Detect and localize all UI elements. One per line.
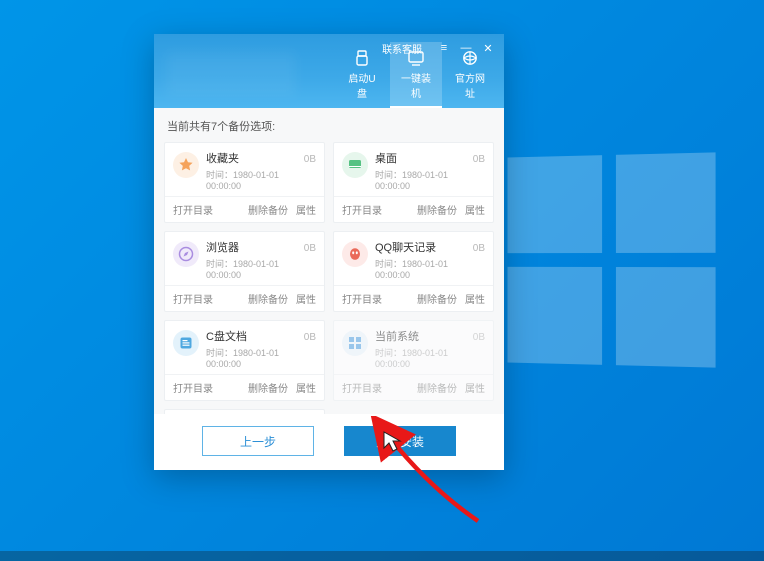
- tabs: 启动U盘 一键装机 官方网址: [336, 42, 496, 108]
- open-dir-link[interactable]: 打开目录: [173, 380, 213, 395]
- backup-card-fav: 收藏夹 0B 时间：1980-01-01 00:00:00 打开目录 删除备份 …: [164, 142, 325, 223]
- attributes-link[interactable]: 属性: [465, 202, 485, 217]
- card-title: 桌面: [375, 150, 397, 166]
- card-time: 时间：1980-01-01 00:00:00: [206, 257, 316, 280]
- windows-logo-bg: [507, 152, 715, 367]
- subtitle: 当前共有7个备份选项:: [164, 118, 494, 134]
- card-title: QQ聊天记录: [375, 239, 436, 255]
- sys-icon: [342, 330, 368, 356]
- app-window: 联系客服 ≡ — ✕ 启动U盘 一键装机: [154, 34, 504, 470]
- tab-usb[interactable]: 启动U盘: [336, 42, 388, 108]
- card-size: 0B: [473, 332, 485, 343]
- open-dir-link[interactable]: 打开目录: [342, 291, 382, 306]
- open-dir-link[interactable]: 打开目录: [342, 202, 382, 217]
- tab-site-label: 官方网址: [455, 74, 485, 100]
- tab-site[interactable]: 官方网址: [444, 42, 496, 108]
- backup-card-disk: C盘文档 0B 时间：1980-01-01 00:00:00 打开目录 删除备份…: [164, 320, 325, 401]
- card-title: 浏览器: [206, 239, 239, 255]
- tab-install-label: 一键装机: [401, 74, 431, 100]
- attributes-link[interactable]: 属性: [296, 291, 316, 306]
- card-size: 0B: [304, 154, 316, 165]
- usb-icon: [353, 50, 371, 66]
- browser-icon: [173, 241, 199, 267]
- backup-card-browser: 浏览器 0B 时间：1980-01-01 00:00:00 打开目录 删除备份 …: [164, 231, 325, 312]
- card-time: 时间：1980-01-01 00:00:00: [206, 168, 316, 191]
- backup-grid: 收藏夹 0B 时间：1980-01-01 00:00:00 打开目录 删除备份 …: [164, 142, 494, 414]
- start-button[interactable]: 开始安装: [344, 426, 456, 456]
- card-size: 0B: [473, 243, 485, 254]
- globe-icon: [461, 50, 479, 66]
- backup-card-desk: 桌面 0B 时间：1980-01-01 00:00:00 打开目录 删除备份 属…: [333, 142, 494, 223]
- attributes-link[interactable]: 属性: [465, 380, 485, 395]
- delete-backup-link[interactable]: 删除备份: [417, 291, 457, 306]
- content-area: 当前共有7个备份选项: 收藏夹 0B 时间：1980-01-01 00:00:0…: [154, 108, 504, 414]
- card-time: 时间：1980-01-01 00:00:00: [375, 346, 485, 369]
- card-title: 当前系统: [375, 328, 419, 344]
- card-title: 收藏夹: [206, 150, 239, 166]
- tab-usb-label: 启动U盘: [348, 74, 375, 100]
- delete-backup-link[interactable]: 删除备份: [417, 202, 457, 217]
- delete-backup-link[interactable]: 删除备份: [248, 380, 288, 395]
- open-dir-link[interactable]: 打开目录: [173, 291, 213, 306]
- attributes-link[interactable]: 属性: [296, 202, 316, 217]
- fav-icon: [173, 152, 199, 178]
- titlebar: 联系客服 ≡ — ✕ 启动U盘 一键装机: [154, 34, 504, 108]
- card-time: 时间：1980-01-01 00:00:00: [375, 168, 485, 191]
- card-time: 时间：1980-01-01 00:00:00: [375, 257, 485, 280]
- delete-backup-link[interactable]: 删除备份: [248, 202, 288, 217]
- install-icon: [407, 50, 425, 66]
- attributes-link[interactable]: 属性: [296, 380, 316, 395]
- footer: 上一步 开始安装: [154, 414, 504, 470]
- taskbar: [0, 551, 764, 561]
- open-dir-link[interactable]: 打开目录: [342, 380, 382, 395]
- delete-backup-link[interactable]: 删除备份: [248, 291, 288, 306]
- card-size: 0B: [304, 332, 316, 343]
- open-dir-link[interactable]: 打开目录: [173, 202, 213, 217]
- backup-card-sys: 当前系统 0B 时间：1980-01-01 00:00:00 打开目录 删除备份…: [333, 320, 494, 401]
- backup-card-qq: QQ聊天记录 0B 时间：1980-01-01 00:00:00 打开目录 删除…: [333, 231, 494, 312]
- card-title: C盘文档: [206, 328, 247, 344]
- disk-icon: [173, 330, 199, 356]
- app-logo: [166, 52, 296, 96]
- tab-install[interactable]: 一键装机: [390, 42, 442, 108]
- attributes-link[interactable]: 属性: [465, 291, 485, 306]
- delete-backup-link[interactable]: 删除备份: [417, 380, 457, 395]
- desk-icon: [342, 152, 368, 178]
- card-size: 0B: [304, 243, 316, 254]
- prev-button[interactable]: 上一步: [202, 426, 314, 456]
- card-size: 0B: [473, 154, 485, 165]
- card-time: 时间：1980-01-01 00:00:00: [206, 346, 316, 369]
- qq-icon: [342, 241, 368, 267]
